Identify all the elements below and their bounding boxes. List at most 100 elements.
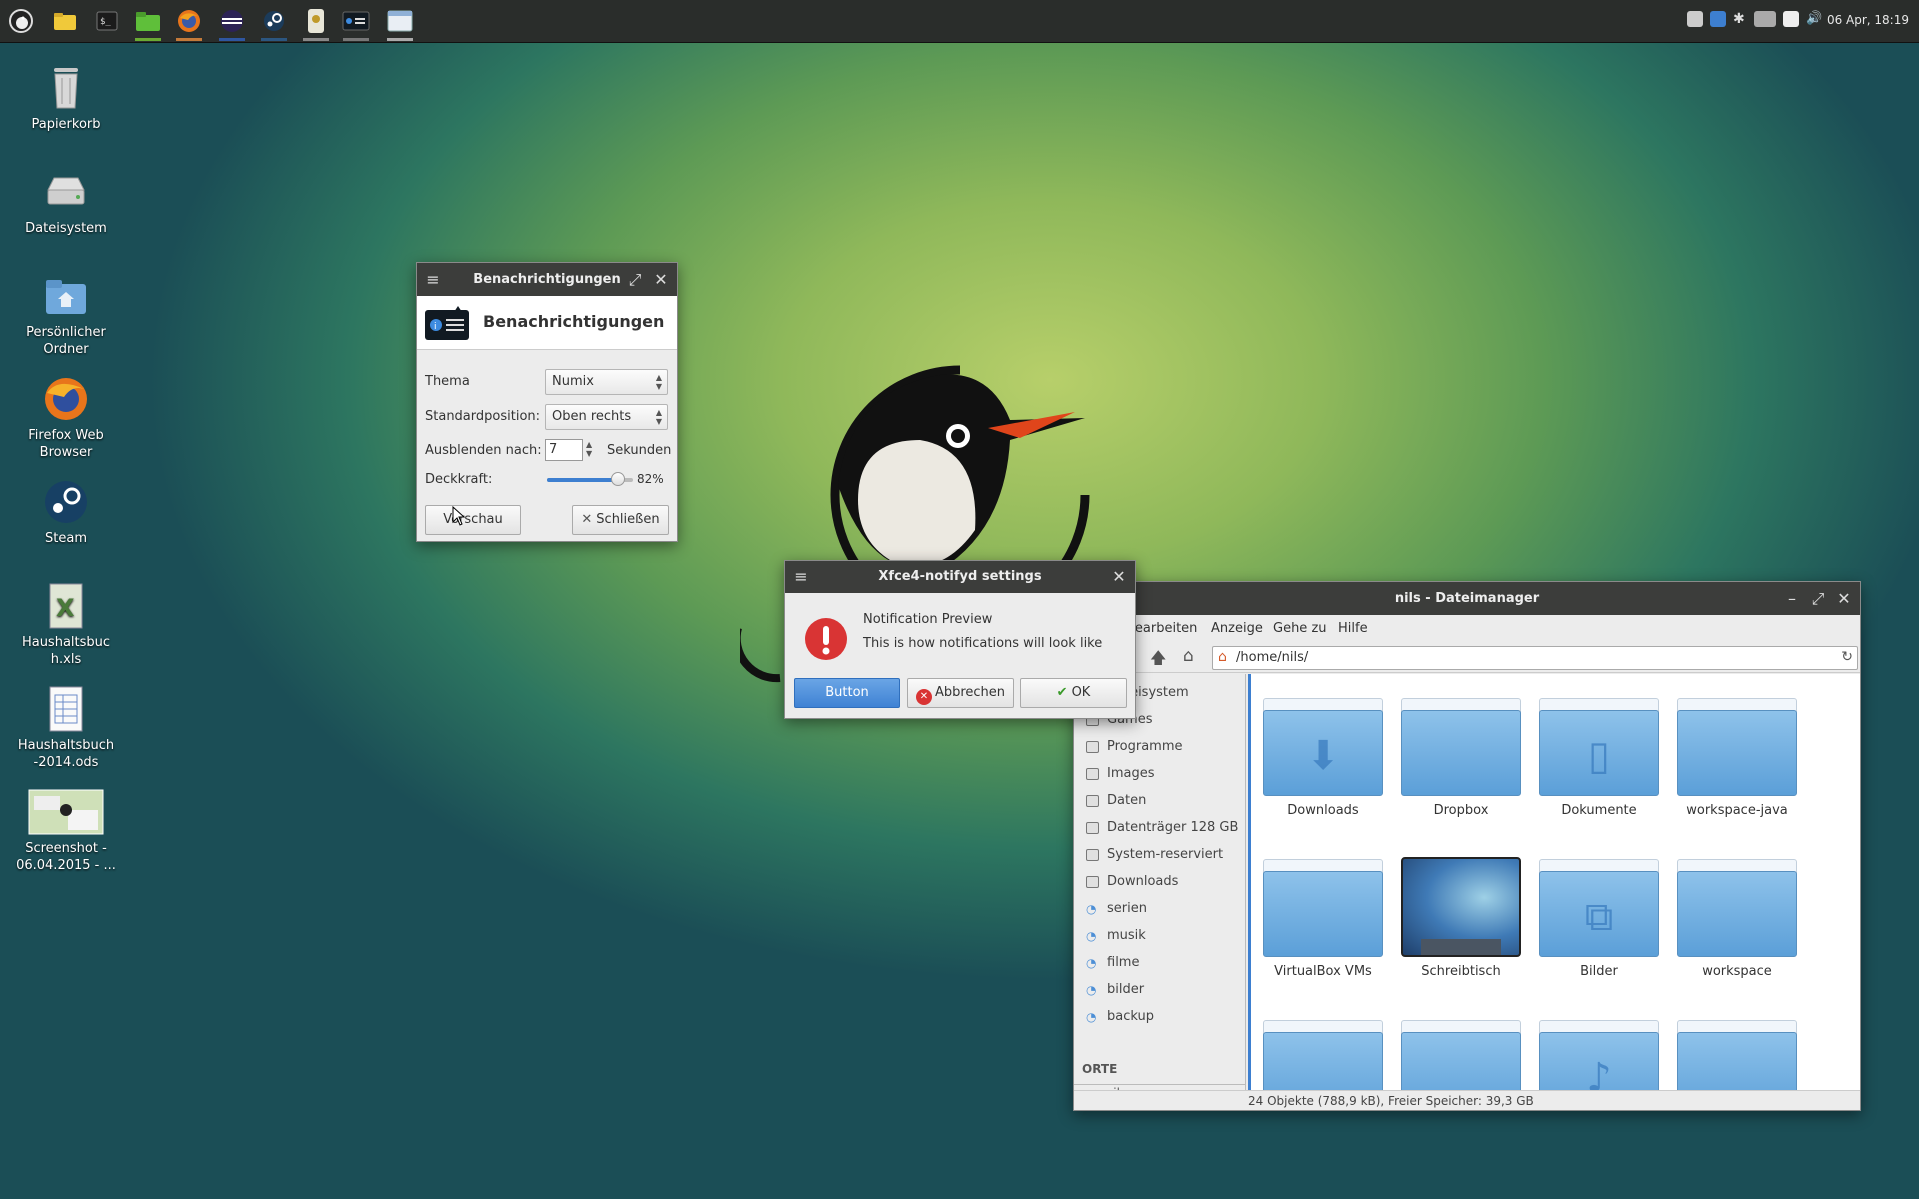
volume-icon[interactable]: 🔊 (1806, 11, 1822, 27)
spin-arrows-icon[interactable]: ▲ ▼ (586, 440, 592, 458)
desktop-icon-home-folder[interactable]: Persönlicher Ordner (11, 272, 121, 358)
cancel-button[interactable]: ✕ Abbrechen (907, 678, 1014, 708)
seconds-label: Sekunden (607, 443, 672, 458)
close-button[interactable]: ✕ Schließen (572, 505, 669, 535)
theme-select[interactable]: Numix ▲ ▼ (545, 369, 668, 395)
window-titlebar[interactable]: ≡ Benachrichtigungen ⤢ ✕ (417, 263, 677, 296)
folder-item[interactable]: Schreibtisch (1399, 857, 1523, 979)
divider (1074, 1084, 1245, 1085)
desktop-icon-screenshot[interactable]: Screenshot - 06.04.2015 - ... (11, 788, 121, 874)
home-icon: ⌂ (1218, 649, 1227, 665)
folder-item[interactable]: ▯ Dokumente (1537, 696, 1661, 818)
sidebar-item[interactable]: Datenträger 128 GB (1086, 817, 1238, 839)
network-share-icon: ◔ (1086, 1010, 1097, 1024)
ok-button[interactable]: ✔ OK (1020, 678, 1127, 708)
desktop-icon-label: Papierkorb (31, 117, 101, 132)
desktop-icon-steam[interactable]: Steam (11, 478, 121, 547)
window-menu-icon[interactable]: ≡ (421, 263, 445, 296)
window-menu-icon[interactable]: ≡ (789, 561, 813, 593)
network-tray-icon[interactable] (1710, 11, 1726, 27)
folder-item-partial[interactable] (1675, 1018, 1799, 1092)
notes-tray-icon[interactable] (1783, 11, 1799, 27)
folder-icon: ⧉ (1537, 857, 1661, 957)
folder-item[interactable]: ⬇ Downloads (1261, 696, 1385, 818)
maximize-icon[interactable]: ⤢ (1806, 582, 1830, 615)
folder-icon (1261, 1018, 1385, 1092)
sidebar-item[interactable]: Downloads (1086, 871, 1178, 893)
folder-item[interactable]: ⧉ Bilder (1537, 857, 1661, 979)
folder-label: Dokumente (1561, 803, 1637, 818)
panel-clock[interactable]: 06 Apr, 18:19 (1827, 13, 1909, 27)
drive-icon (1086, 795, 1099, 807)
sidebar-item[interactable]: ◔ musik (1086, 925, 1146, 947)
maximize-icon[interactable]: ⤢ (623, 263, 647, 296)
drive-icon (1086, 768, 1099, 780)
dropbox-tray-icon[interactable] (1687, 11, 1703, 27)
bluetooth-icon[interactable]: ✱ (1733, 11, 1745, 27)
close-icon[interactable]: ✕ (1107, 561, 1131, 593)
sidebar-item[interactable]: Daten (1086, 790, 1146, 812)
up-arrow-icon[interactable]: 🡅 (1150, 647, 1166, 674)
steam-taskbar-icon[interactable] (259, 6, 289, 41)
eclipse-taskbar-icon[interactable] (217, 6, 247, 41)
desktop-icon-xls[interactable]: X Haushaltsbuc h.xls (11, 582, 121, 668)
network-share-icon: ◔ (1086, 929, 1097, 943)
folder-item-partial[interactable]: ♪ (1537, 1018, 1661, 1092)
folder-icon (1399, 857, 1523, 957)
folder-item[interactable]: VirtualBox VMs (1261, 857, 1385, 979)
reload-icon[interactable]: ↻ (1841, 649, 1853, 665)
home-icon[interactable]: ⌂ (1183, 646, 1194, 666)
close-icon[interactable]: ✕ (649, 263, 673, 296)
folder-item[interactable]: workspace-java (1675, 696, 1799, 818)
opacity-slider[interactable] (547, 472, 633, 486)
folder-item[interactable]: Dropbox (1399, 696, 1523, 818)
opacity-slider-handle[interactable] (610, 472, 625, 486)
firefox-taskbar-icon[interactable] (174, 6, 204, 41)
sidebar-item[interactable]: Programme (1086, 736, 1183, 758)
position-label: Standardposition: (425, 409, 541, 424)
notification-app-icon: i (425, 306, 469, 340)
folder-item-partial[interactable] (1261, 1018, 1385, 1092)
terminal-icon[interactable]: $_ (92, 6, 122, 36)
window-titlebar[interactable]: ≡ Xfce4-notifyd settings ✕ (785, 561, 1135, 593)
folder-item-partial[interactable] (1399, 1018, 1523, 1092)
close-x-icon: ✕ (581, 512, 593, 527)
svg-text:$_: $_ (100, 17, 111, 27)
desktop-icon-ods[interactable]: Haushaltsbuch -2014.ods (11, 685, 121, 771)
notification-settings-taskbar-icon[interactable] (341, 6, 371, 41)
battery-tray-icon[interactable] (1754, 11, 1776, 27)
location-bar[interactable]: ⌂ /home/nils/ ↻ (1212, 646, 1858, 670)
hide-after-spinbox[interactable]: 7 (545, 439, 583, 461)
files-launcher-icon[interactable] (50, 6, 80, 36)
sidebar-item[interactable]: ◔ bilder (1086, 979, 1144, 1001)
desktop-icon-trash[interactable]: Papierkorb (11, 64, 121, 133)
drive-icon (1086, 822, 1099, 834)
sidebar-item[interactable]: ◔ backup (1086, 1006, 1154, 1028)
menu-help[interactable]: Hilfe (1338, 621, 1368, 636)
menu-go[interactable]: Gehe zu (1273, 621, 1327, 636)
preview-button[interactable]: Vorschau (425, 505, 521, 535)
sidebar-item[interactable]: ◔ filme (1086, 952, 1139, 974)
action-button[interactable]: Button (794, 678, 900, 708)
sidebar-item[interactable]: ◔ serien (1086, 898, 1147, 920)
sidebar-item[interactable]: Images (1086, 763, 1155, 785)
sidebar-item-label: Daten (1107, 793, 1147, 808)
minimize-icon[interactable]: – (1780, 582, 1804, 615)
thema-label: Thema (425, 374, 470, 389)
folder-item[interactable]: workspace (1675, 857, 1799, 979)
sidebar-item-label: System-reserviert (1107, 847, 1224, 862)
file-manager-taskbar-icon[interactable] (133, 6, 163, 41)
network-share-icon: ◔ (1086, 983, 1097, 997)
status-text: 24 Objekte (788,9 kB), Freier Speicher: … (1248, 1094, 1534, 1108)
menu-edit[interactable]: Bearbeiten (1126, 621, 1197, 636)
desktop-icon-firefox[interactable]: Firefox Web Browser (11, 375, 121, 461)
position-select[interactable]: Oben rechts ▲ ▼ (545, 404, 668, 430)
window-taskbar-icon[interactable] (385, 6, 415, 41)
close-icon[interactable]: ✕ (1832, 582, 1856, 615)
sidebar-item[interactable]: System-reserviert (1086, 844, 1223, 866)
desktop-icon-filesystem[interactable]: Dateisystem (11, 168, 121, 237)
window-titlebar[interactable]: nils - Dateimanager – ⤢ ✕ (1074, 582, 1860, 615)
media-player-taskbar-icon[interactable] (301, 6, 331, 41)
whisker-menu-icon[interactable] (6, 6, 36, 36)
menu-view[interactable]: Anzeige (1211, 621, 1263, 636)
